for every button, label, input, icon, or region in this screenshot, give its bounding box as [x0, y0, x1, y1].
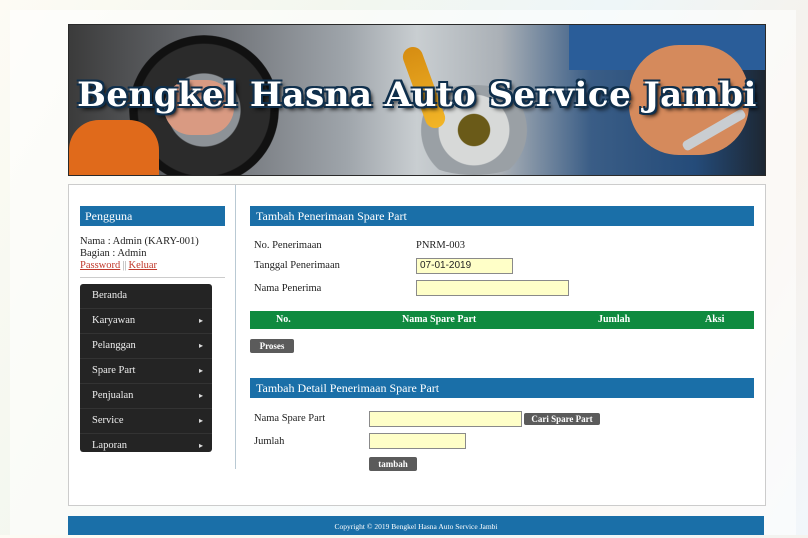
menu-item-penjualan[interactable]: Penjualan ▸: [80, 384, 212, 409]
tanggal-label: Tanggal Penerimaan: [254, 260, 340, 271]
user-name: Nama : Admin (KARY-001): [80, 236, 199, 247]
menu-item-beranda[interactable]: Beranda: [80, 284, 212, 309]
nama-penerima-input[interactable]: [416, 280, 569, 296]
menu-item-label: Karyawan: [92, 315, 136, 326]
logout-link[interactable]: Keluar: [128, 260, 157, 271]
tanggal-input[interactable]: 07-01-2019: [416, 258, 513, 274]
menu-item-label: Laporan: [92, 440, 127, 451]
chevron-right-icon: ▸: [198, 441, 203, 450]
sidebar: Pengguna Nama : Admin (KARY-001) Bagian …: [69, 185, 236, 469]
menu-item-label: Pelanggan: [92, 340, 136, 351]
menu-item-karyawan[interactable]: Karyawan ▸: [80, 309, 212, 334]
chevron-right-icon: ▸: [198, 416, 203, 425]
jumlah-input[interactable]: [369, 433, 466, 449]
menu-item-pelanggan[interactable]: Pelanggan ▸: [80, 334, 212, 359]
col-no: No.: [276, 314, 291, 325]
chevron-right-icon: ▸: [198, 316, 203, 325]
password-link[interactable]: Password: [80, 260, 120, 271]
col-jumlah: Jumlah: [598, 314, 631, 325]
spare-part-input[interactable]: [369, 411, 522, 427]
copyright-text: Copyright © 2019 Bengkel Hasna Auto Serv…: [334, 522, 498, 531]
menu-item-label: Beranda: [92, 290, 127, 301]
chevron-right-icon: ▸: [198, 341, 203, 350]
col-aksi: Aksi: [705, 314, 725, 325]
jumlah-label: Jumlah: [254, 436, 285, 447]
cari-spare-part-button[interactable]: Cari Spare Part: [524, 413, 600, 425]
nama-penerima-label: Nama Penerima: [254, 283, 322, 294]
user-role: Bagian : Admin: [80, 247, 147, 259]
menu-item-laporan[interactable]: Laporan ▸: [80, 434, 212, 458]
detail-table-header: No. Nama Spare Part Jumlah Aksi: [250, 311, 754, 329]
menu-item-label: Service: [92, 415, 124, 426]
chevron-right-icon: ▸: [198, 366, 203, 375]
section-heading-detail: Tambah Detail Penerimaan Spare Part: [250, 378, 754, 398]
menu-item-service[interactable]: Service ▸: [80, 409, 212, 434]
content-box: Pengguna Nama : Admin (KARY-001) Bagian …: [68, 184, 766, 506]
no-penerimaan-value: PNRM-003: [416, 240, 466, 251]
user-links: Password || Keluar: [80, 260, 157, 271]
section-heading-penerimaan: Tambah Penerimaan Spare Part: [250, 206, 754, 226]
sidebar-heading: Pengguna: [80, 206, 225, 226]
col-nama-spare-part: Nama Spare Part: [402, 314, 477, 325]
chevron-right-icon: ▸: [198, 391, 203, 400]
spare-part-label: Nama Spare Part: [254, 413, 326, 424]
no-penerimaan-label: No. Penerimaan: [254, 240, 322, 251]
tambah-button[interactable]: tambah: [369, 457, 417, 471]
sidebar-menu: Beranda Karyawan ▸ Pelanggan ▸ Spare Part ▸…: [80, 284, 212, 452]
link-separator: ||: [122, 260, 127, 271]
menu-item-label: Penjualan: [92, 390, 134, 401]
user-info: Nama : Admin (KARY-001) Bagian : Admin: [80, 236, 199, 259]
header-banner: Bengkel Hasna Auto Service Jambi: [68, 24, 766, 176]
menu-item-spare-part[interactable]: Spare Part ▸: [80, 359, 212, 384]
sidebar-divider: [80, 277, 225, 278]
site-title: Bengkel Hasna Auto Service Jambi: [77, 75, 757, 115]
proses-button[interactable]: Proses: [250, 339, 294, 353]
footer: Copyright © 2019 Bengkel Hasna Auto Serv…: [68, 516, 764, 535]
menu-item-label: Spare Part: [92, 365, 136, 376]
banner-photo-glove: [69, 120, 159, 175]
